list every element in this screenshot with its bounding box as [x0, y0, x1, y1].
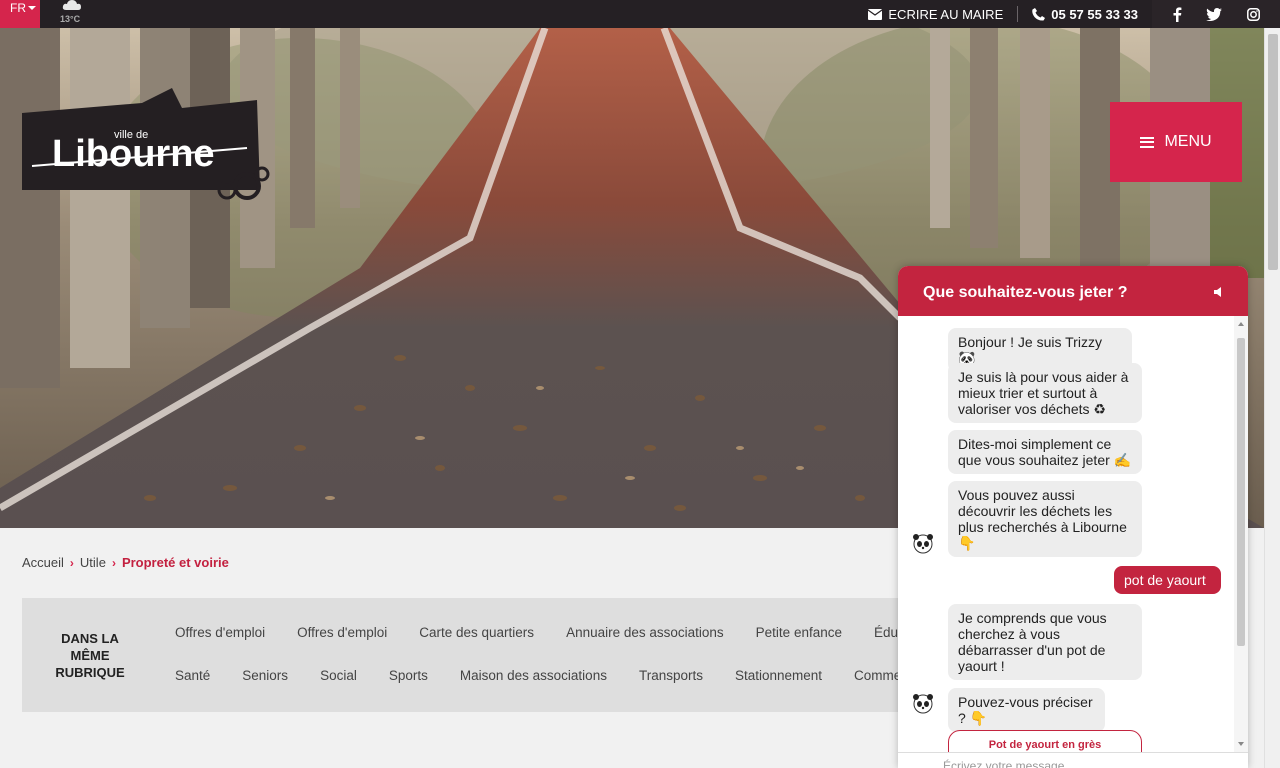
- section-link[interactable]: Sports: [389, 668, 428, 683]
- chat-widget: Que souhaitez-vous jeter ? Bonjour ! Je …: [898, 266, 1248, 768]
- libourne-logo[interactable]: ville de Libourne: [22, 78, 272, 213]
- chat-input[interactable]: Écrivez votre message...: [898, 752, 1248, 768]
- weather-widget: 13°C: [52, 0, 92, 28]
- same-section-nav: DANS LA MÊME RUBRIQUE Offres d'emploi Of…: [22, 598, 902, 712]
- section-link[interactable]: Santé: [175, 668, 210, 683]
- breadcrumb-current: Propreté et voirie: [121, 555, 229, 570]
- hamburger-icon: [1140, 136, 1155, 148]
- section-nav-title-line: DANS LA: [61, 631, 119, 646]
- bot-message: Dites-moi simplement ce que vous souhait…: [948, 430, 1142, 474]
- chat-title: Que souhaitez-vous jeter ?: [923, 284, 1128, 301]
- bot-message: Vous pouvez aussi découvrir les déchets …: [948, 481, 1142, 557]
- twitter-icon[interactable]: [1206, 7, 1223, 21]
- speaker-icon[interactable]: [1214, 286, 1226, 298]
- page-scrollbar-thumb[interactable]: [1268, 34, 1278, 270]
- section-link[interactable]: Offres d'emploi: [297, 625, 387, 640]
- logo-name: Libourne: [52, 133, 215, 175]
- section-nav-row-1: Offres d'emploi Offres d'emploi Carte de…: [175, 625, 902, 640]
- section-link[interactable]: Petite enfance: [756, 625, 842, 640]
- bot-message: Je comprends que vous cherchez à vous dé…: [948, 604, 1142, 680]
- language-selector[interactable]: FR: [0, 0, 40, 28]
- phone-number: 05 57 55 33 33: [1051, 6, 1138, 22]
- section-link[interactable]: Commerce: [854, 668, 902, 683]
- write-mayor-link[interactable]: ECRIRE AU MAIRE: [854, 6, 1017, 22]
- cloud-icon: [62, 0, 81, 10]
- scroll-down-icon[interactable]: [1238, 742, 1244, 746]
- chat-scrollbar[interactable]: [1234, 316, 1248, 752]
- section-nav-title-line: RUBRIQUE: [55, 665, 125, 680]
- chat-scrollbar-thumb[interactable]: [1237, 338, 1245, 646]
- phone-link[interactable]: 05 57 55 33 33: [1017, 6, 1152, 22]
- breadcrumb-home[interactable]: Accueil: [22, 555, 64, 570]
- section-link[interactable]: Offres d'emploi: [175, 625, 265, 640]
- caret-down-icon: [28, 6, 36, 10]
- social-links: [1152, 0, 1280, 28]
- chat-header[interactable]: Que souhaitez-vous jeter ?: [898, 266, 1248, 316]
- section-link[interactable]: Maison des associations: [460, 668, 607, 683]
- section-link[interactable]: Social: [320, 668, 357, 683]
- chat-input-placeholder: Écrivez votre message...: [943, 759, 1075, 768]
- bot-message: Je suis là pour vous aider à mieux trier…: [948, 363, 1142, 423]
- section-nav-title: DANS LA MÊME RUBRIQUE: [50, 630, 130, 681]
- user-message: pot de yaourt: [1114, 566, 1221, 594]
- section-link[interactable]: Stationnement: [735, 668, 822, 683]
- panda-avatar-icon: [913, 694, 933, 714]
- language-label: FR: [10, 1, 26, 15]
- instagram-icon[interactable]: [1246, 7, 1260, 21]
- facebook-icon[interactable]: [1172, 6, 1182, 22]
- panda-avatar-icon: [913, 534, 933, 554]
- chevron-right-icon: ›: [69, 555, 74, 570]
- chevron-right-icon: ›: [111, 555, 116, 570]
- top-links: ECRIRE AU MAIRE 05 57 55 33 33: [854, 0, 1152, 28]
- chat-messages: Bonjour ! Je suis Trizzy 🐼 Je suis là po…: [898, 316, 1234, 752]
- section-nav-title-line: MÊME: [70, 648, 110, 663]
- page-scrollbar[interactable]: [1264, 28, 1280, 768]
- envelope-icon: [868, 8, 883, 20]
- breadcrumb-parent[interactable]: Utile: [80, 555, 106, 570]
- section-link[interactable]: Seniors: [242, 668, 288, 683]
- section-link[interactable]: Annuaire des associations: [566, 625, 724, 640]
- scroll-up-icon[interactable]: [1238, 322, 1244, 326]
- breadcrumb: Accueil › Utile › Propreté et voirie: [22, 555, 229, 570]
- phone-icon: [1032, 7, 1046, 21]
- write-mayor-label: ECRIRE AU MAIRE: [888, 6, 1004, 22]
- section-nav-row-2: Santé Seniors Social Sports Maison des a…: [175, 668, 902, 683]
- top-bar: FR 13°C ECRIRE AU MAIRE 05 57 55 33 33: [0, 0, 1280, 28]
- menu-label: MENU: [1164, 133, 1212, 150]
- bot-message: Pouvez-vous préciser ? 👇: [948, 688, 1105, 732]
- menu-button[interactable]: MENU: [1110, 102, 1242, 182]
- temperature: 13°C: [60, 14, 81, 24]
- section-link[interactable]: Transports: [639, 668, 703, 683]
- section-link[interactable]: Carte des quartiers: [419, 625, 534, 640]
